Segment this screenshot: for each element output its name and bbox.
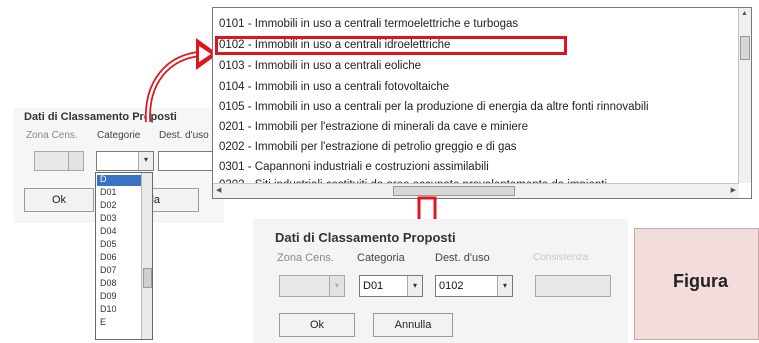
categoria-combo[interactable]: ▾ <box>96 151 154 171</box>
list-item[interactable]: 0201 - Immobili per l'estrazione di mine… <box>219 121 528 133</box>
list-item[interactable]: D04 <box>100 226 117 236</box>
list-item[interactable]: D05 <box>100 239 117 249</box>
categoria-combo[interactable]: D01 ▾ <box>359 275 423 297</box>
categoria-value: D01 <box>363 280 384 292</box>
chevron-down-icon[interactable]: ▾ <box>407 276 422 296</box>
ok-button[interactable]: Ok <box>279 313 355 337</box>
zona-arrow: ▾ <box>329 276 344 296</box>
zona-cens-field[interactable]: ▾ <box>279 275 345 297</box>
label-consistenza: Consistenza <box>533 252 589 263</box>
list-item[interactable]: D09 <box>100 291 117 301</box>
list-item[interactable]: 0105 - Immobili in uso a centrali per la… <box>219 101 649 113</box>
dest-uso-options-list[interactable]: 0101 - Immobili in uso a centrali termoe… <box>212 7 752 199</box>
categoria-dropdown-list[interactable]: D D01 D02 D03 D04 D05 D06 D07 D08 D09 D1… <box>95 172 153 340</box>
options-scrollbar[interactable]: ▲ <box>738 8 751 183</box>
list-item[interactable]: 0103 - Immobili in uso a centrali eolich… <box>219 60 421 72</box>
classamento-dialog: Dati di Classamento Proposti Zona Cens. … <box>253 219 628 343</box>
label-categoria: Categorie <box>97 130 141 141</box>
scroll-thumb[interactable] <box>143 268 152 288</box>
list-item[interactable]: D02 <box>100 200 117 210</box>
hscroll-thumb[interactable] <box>393 186 515 196</box>
list-item[interactable]: 0101 - Immobili in uso a centrali termoe… <box>219 18 518 30</box>
scroll-up-icon[interactable]: ▲ <box>741 10 748 17</box>
label-dest-uso: Dest. d'uso <box>435 252 490 264</box>
label-categoria: Categoria <box>357 252 405 264</box>
list-item[interactable]: D <box>100 174 107 184</box>
options-hscrollbar[interactable]: ◀ ▶ <box>213 183 739 198</box>
zona-arrow <box>68 152 83 170</box>
dest-uso-combo[interactable]: 0102 ▾ <box>435 275 513 297</box>
label-dest-uso: Dest. d'uso <box>159 130 209 141</box>
dest-uso-value: 0102 <box>439 280 464 292</box>
annulla-button[interactable]: Annulla <box>373 313 453 337</box>
curved-arrow-icon <box>144 38 218 123</box>
list-item[interactable]: E <box>100 317 106 327</box>
list-item[interactable]: D03 <box>100 213 117 223</box>
scroll-left-icon[interactable]: ◀ <box>216 186 221 194</box>
zona-cens-field[interactable] <box>34 151 84 171</box>
figure-label-box: Figura <box>634 228 759 340</box>
small-list-scrollbar[interactable] <box>141 173 152 339</box>
chevron-down-icon[interactable]: ▾ <box>138 152 153 170</box>
highlight-box <box>215 36 567 55</box>
figure-label: Figura <box>673 271 729 291</box>
chevron-down-icon[interactable]: ▾ <box>497 276 512 296</box>
list-item[interactable]: D07 <box>100 265 117 275</box>
list-item[interactable]: D10 <box>100 304 117 314</box>
list-item[interactable]: D06 <box>100 252 117 262</box>
dialog-title: Dati di Classamento Proposti <box>275 230 456 245</box>
label-zona-cens: Zona Cens. <box>277 252 334 264</box>
consistenza-field[interactable] <box>535 275 611 297</box>
list-item[interactable]: D01 <box>100 187 117 197</box>
label-zona-cens: Zona Cens. <box>26 130 78 141</box>
scroll-right-icon[interactable]: ▶ <box>731 186 736 194</box>
list-item[interactable]: 0202 - Immobili per l'estrazione di petr… <box>219 141 517 153</box>
list-item[interactable]: 0104 - Immobili in uso a centrali fotovo… <box>219 81 449 93</box>
scroll-thumb[interactable] <box>740 36 750 60</box>
list-item[interactable]: 0301 - Capannoni industriali e costruzio… <box>219 161 489 173</box>
ok-button[interactable]: Ok <box>24 188 94 212</box>
list-item[interactable]: D08 <box>100 278 117 288</box>
